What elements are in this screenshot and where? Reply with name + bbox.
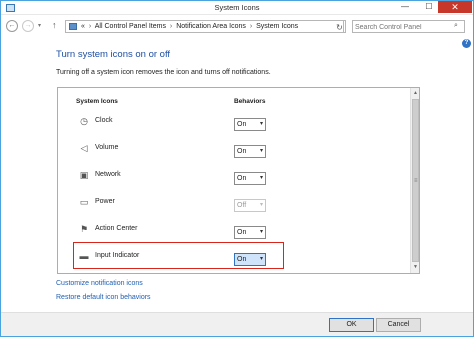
breadcrumb-separator: › <box>249 23 253 30</box>
select-value: Off <box>237 202 247 209</box>
list-item-label: Power <box>95 198 115 205</box>
list-item-volume: ◁ Volume On ▾ <box>58 143 410 170</box>
search-icon[interactable]: ⌕ <box>454 22 458 30</box>
breadcrumb-system-icons[interactable]: System Icons <box>256 23 298 30</box>
breadcrumb: « › All Control Panel Items › Notificati… <box>81 23 298 30</box>
power-behavior-select: Off ▾ <box>234 199 266 212</box>
dialog-footer: OK Cancel <box>1 312 473 336</box>
refresh-button[interactable]: ↻ <box>334 20 346 33</box>
search-input[interactable] <box>355 22 451 32</box>
select-value: On <box>237 148 247 155</box>
highlight-annotation <box>73 242 284 269</box>
breadcrumb-separator: › <box>88 23 92 30</box>
select-value: On <box>237 229 247 236</box>
search-box[interactable]: ⌕ <box>352 20 465 33</box>
chevron-down-icon: ▾ <box>259 175 263 181</box>
scroll-down-arrow-icon[interactable]: ▼ <box>411 263 419 272</box>
network-behavior-select[interactable]: On ▾ <box>234 172 266 185</box>
select-value: On <box>237 121 247 128</box>
breadcrumb-all-control-panel-items[interactable]: All Control Panel Items <box>95 23 166 30</box>
customize-notification-icons-link[interactable]: Customize notification icons <box>56 280 143 287</box>
list-item-label: Network <box>95 171 121 178</box>
column-header-system-icons: System Icons <box>76 98 118 105</box>
chevron-down-icon: ▾ <box>259 202 263 208</box>
page-title: Turn system icons on or off <box>56 49 171 60</box>
close-button[interactable]: ✕ <box>438 1 472 13</box>
back-button[interactable]: ← <box>6 20 18 32</box>
list-item-network: ▣ Network On ▾ <box>58 170 410 197</box>
forward-button[interactable]: → <box>22 20 34 32</box>
clock-behavior-select[interactable]: On ▾ <box>234 118 266 131</box>
up-button[interactable]: ↑ <box>52 20 57 30</box>
chevron-down-icon: ▾ <box>259 121 263 127</box>
scroll-up-arrow-icon[interactable]: ▲ <box>411 89 419 98</box>
cancel-button[interactable]: Cancel <box>376 318 421 332</box>
system-icons-list: System Icons Behaviors ◷ Clock On ▾ ◁ Vo… <box>57 87 420 274</box>
system-icons-window: System Icons — ☐ ✕ ← → ▾ ↑ « › All Contr… <box>0 0 474 337</box>
breadcrumb-notification-area-icons[interactable]: Notification Area Icons <box>176 23 246 30</box>
select-value: On <box>237 175 247 182</box>
list-item-label: Clock <box>95 117 113 124</box>
chevron-down-icon: ▾ <box>259 148 263 154</box>
control-panel-icon <box>69 23 77 30</box>
list-item-clock: ◷ Clock On ▾ <box>58 116 410 143</box>
speaker-icon: ◁ <box>80 143 88 153</box>
action-center-behavior-select[interactable]: On ▾ <box>234 226 266 239</box>
vertical-scrollbar[interactable]: ▲ ≡ ▼ <box>410 88 419 273</box>
maximize-button[interactable]: ☐ <box>418 1 440 13</box>
navigation-bar: ← → ▾ ↑ « › All Control Panel Items › No… <box>1 18 473 35</box>
breadcrumb-separator: › <box>169 23 173 30</box>
address-bar[interactable]: « › All Control Panel Items › Notificati… <box>65 20 391 33</box>
breadcrumb-overflow[interactable]: « <box>81 23 85 30</box>
list-item-label: Action Center <box>95 225 138 232</box>
minimize-button[interactable]: — <box>394 1 416 13</box>
volume-behavior-select[interactable]: On ▾ <box>234 145 266 158</box>
clock-icon: ◷ <box>80 116 88 126</box>
ok-button[interactable]: OK <box>329 318 374 332</box>
page-description: Turning off a system icon removes the ic… <box>56 69 271 76</box>
restore-default-behaviors-link[interactable]: Restore default icon behaviors <box>56 294 151 301</box>
title-bar: System Icons — ☐ ✕ <box>1 1 473 15</box>
list-item-power: ▭ Power Off ▾ <box>58 197 410 224</box>
network-icon: ▣ <box>79 170 89 180</box>
grip-icon: ≡ <box>414 178 418 184</box>
chevron-down-icon: ▾ <box>259 229 263 235</box>
flag-icon: ⚑ <box>79 224 89 234</box>
power-icon: ▭ <box>79 197 89 207</box>
recent-locations-button[interactable]: ▾ <box>38 22 41 29</box>
column-header-behaviors: Behaviors <box>234 98 266 105</box>
scrollbar-thumb[interactable]: ≡ <box>412 99 419 262</box>
list-item-label: Volume <box>95 144 119 151</box>
help-button[interactable]: ? <box>462 39 471 48</box>
